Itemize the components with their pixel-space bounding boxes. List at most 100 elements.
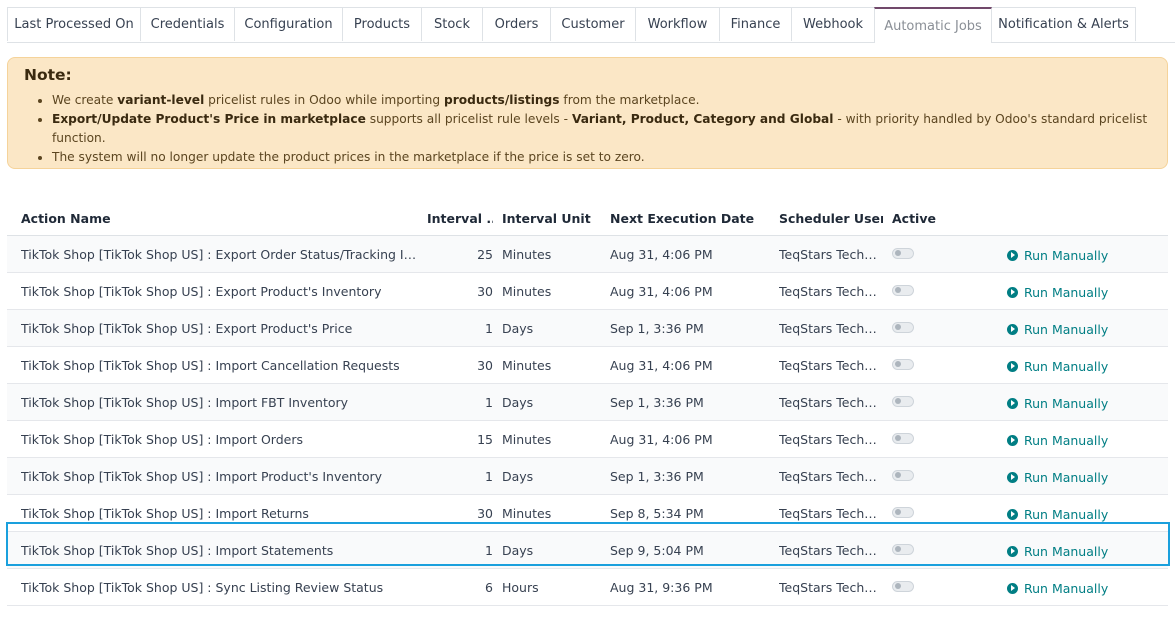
active-toggle[interactable] xyxy=(892,284,914,296)
header-active[interactable]: Active xyxy=(892,201,952,235)
next-execution-cell: Sep 1, 3:36 PM xyxy=(610,394,704,410)
interval-unit-cell: Minutes xyxy=(502,246,552,262)
action-name-cell: TikTok Shop [TikTok Shop US] : Import Re… xyxy=(21,495,423,531)
interval-cell: 25 xyxy=(477,246,493,262)
interval-cell: 1 xyxy=(485,468,493,484)
table-row[interactable]: TikTok Shop [TikTok Shop US] : Import FB… xyxy=(7,384,1168,421)
play-circle-icon xyxy=(1007,397,1018,409)
tab-credentials[interactable]: Credentials xyxy=(140,7,235,41)
active-toggle[interactable] xyxy=(892,543,914,555)
run-manually-button[interactable]: Run Manually xyxy=(1007,396,1108,411)
run-cell: Run Manually xyxy=(1007,421,1147,457)
active-toggle[interactable] xyxy=(892,469,914,481)
play-circle-icon xyxy=(1007,323,1018,335)
run-manually-button[interactable]: Run Manually xyxy=(1007,248,1108,263)
active-toggle[interactable] xyxy=(892,247,914,259)
next-execution-cell: Sep 1, 3:36 PM xyxy=(610,468,704,484)
scheduler-user-cell: TeqStars Techn... xyxy=(779,384,883,420)
interval-unit-cell: Hours xyxy=(502,579,539,595)
action-name: TikTok Shop [TikTok Shop US] : Import Ca… xyxy=(21,357,400,373)
play-circle-icon xyxy=(1007,360,1018,372)
interval-unit-cell: Minutes xyxy=(502,431,552,447)
run-manually-button[interactable]: Run Manually xyxy=(1007,581,1108,596)
run-manually-button[interactable]: Run Manually xyxy=(1007,322,1108,337)
run-manually-button[interactable]: Run Manually xyxy=(1007,544,1108,559)
tab-webhook[interactable]: Webhook xyxy=(791,7,875,41)
action-name: TikTok Shop [TikTok Shop US] : Export Or… xyxy=(21,246,423,262)
table-row[interactable]: TikTok Shop [TikTok Shop US] : Export Pr… xyxy=(7,310,1168,347)
tab-configuration[interactable]: Configuration xyxy=(234,7,343,41)
tab-notification-alerts[interactable]: Notification & Alerts xyxy=(991,7,1136,41)
run-cell: Run Manually xyxy=(1007,347,1147,383)
notebook-tabs: Last Processed On Credentials Configuratio… xyxy=(7,7,1175,43)
run-manually-button[interactable]: Run Manually xyxy=(1007,359,1108,374)
scheduler-user-cell: TeqStars Techn... xyxy=(779,458,883,494)
tab-stock[interactable]: Stock xyxy=(421,7,483,41)
interval-unit-cell: Days xyxy=(502,394,534,410)
active-cell xyxy=(892,569,952,605)
run-cell: Run Manually xyxy=(1007,310,1147,346)
play-circle-icon xyxy=(1007,582,1018,594)
tab-last-processed-on[interactable]: Last Processed On xyxy=(7,7,141,41)
tab-orders[interactable]: Orders xyxy=(482,7,551,41)
action-name: TikTok Shop [TikTok Shop US] : Import Re… xyxy=(21,505,309,521)
table-row[interactable]: TikTok Shop [TikTok Shop US] : Import Or… xyxy=(7,421,1168,458)
interval-cell: 1 xyxy=(485,394,493,410)
scheduler-user-cell: TeqStars Techn... xyxy=(779,421,883,457)
scheduler-user: TeqStars Techn... xyxy=(779,320,883,336)
table-row[interactable]: TikTok Shop [TikTok Shop US] : Import St… xyxy=(7,532,1168,569)
active-toggle[interactable] xyxy=(892,580,914,592)
table-row[interactable]: TikTok Shop [TikTok Shop US] : Import Ca… xyxy=(7,347,1168,384)
active-toggle[interactable] xyxy=(892,358,914,370)
action-name: TikTok Shop [TikTok Shop US] : Import FB… xyxy=(21,394,349,410)
table-row[interactable]: TikTok Shop [TikTok Shop US] : Import Pr… xyxy=(7,458,1168,495)
active-cell xyxy=(892,347,952,383)
next-execution-cell: Aug 31, 9:36 PM xyxy=(610,579,713,595)
note-emphasis: Variant, Product, Category and Global xyxy=(571,112,834,126)
run-manually-button[interactable]: Run Manually xyxy=(1007,470,1108,485)
table-row[interactable]: TikTok Shop [TikTok Shop US] : Import Re… xyxy=(7,495,1168,532)
header-action-name[interactable]: Action Name xyxy=(21,201,423,235)
table-row[interactable]: TikTok Shop [TikTok Shop US] : Export Pr… xyxy=(7,273,1168,310)
tab-products[interactable]: Products xyxy=(342,7,422,41)
run-manually-label: Run Manually xyxy=(1024,321,1109,337)
run-cell: Run Manually xyxy=(1007,236,1147,272)
active-toggle[interactable] xyxy=(892,506,914,518)
interval-cell: 1 xyxy=(485,542,493,558)
table-header: Action Name Interval ... Interval Unit N… xyxy=(7,201,1168,236)
active-toggle[interactable] xyxy=(892,395,914,407)
scheduler-user: TeqStars Techn... xyxy=(779,283,883,299)
run-manually-button[interactable]: Run Manually xyxy=(1007,285,1108,300)
run-manually-button[interactable]: Run Manually xyxy=(1007,433,1108,448)
action-name-cell: TikTok Shop [TikTok Shop US] : Export Or… xyxy=(21,236,423,272)
run-manually-button[interactable]: Run Manually xyxy=(1007,507,1108,522)
scheduler-user-cell: TeqStars Techn... xyxy=(779,495,883,531)
tab-automatic-jobs[interactable]: Automatic Jobs xyxy=(874,7,992,43)
action-name-cell: TikTok Shop [TikTok Shop US] : Import Or… xyxy=(21,421,423,457)
next-execution-cell: Aug 31, 4:06 PM xyxy=(610,246,713,262)
tab-workflow[interactable]: Workflow xyxy=(635,7,720,41)
next-execution-cell: Aug 31, 4:06 PM xyxy=(610,431,713,447)
next-execution-cell: Sep 8, 5:34 PM xyxy=(610,505,704,521)
header-next-execution[interactable]: Next Execution Date xyxy=(610,201,770,235)
table-row[interactable]: TikTok Shop [TikTok Shop US] : Sync List… xyxy=(7,569,1168,606)
note-list: We create variant-level pricelist rules … xyxy=(24,91,1151,167)
tab-customer[interactable]: Customer xyxy=(550,7,636,41)
scheduler-user: TeqStars Techn... xyxy=(779,394,883,410)
note-text: We create xyxy=(52,93,118,107)
header-interval[interactable]: Interval ... xyxy=(427,201,493,235)
active-toggle[interactable] xyxy=(892,321,914,333)
table-row[interactable]: TikTok Shop [TikTok Shop US] : Export Or… xyxy=(7,236,1168,273)
active-toggle[interactable] xyxy=(892,432,914,444)
play-circle-icon xyxy=(1007,471,1018,483)
automatic-jobs-table: Action Name Interval ... Interval Unit N… xyxy=(7,201,1168,606)
run-manually-label: Run Manually xyxy=(1024,506,1109,522)
action-name: TikTok Shop [TikTok Shop US] : Import St… xyxy=(21,542,334,558)
action-name: TikTok Shop [TikTok Shop US] : Sync List… xyxy=(21,579,384,595)
tab-finance[interactable]: Finance xyxy=(719,7,792,41)
action-name: TikTok Shop [TikTok Shop US] : Export Pr… xyxy=(21,283,382,299)
header-scheduler-user[interactable]: Scheduler User xyxy=(779,201,883,235)
action-name-cell: TikTok Shop [TikTok Shop US] : Sync List… xyxy=(21,569,423,605)
header-interval-unit[interactable]: Interval Unit xyxy=(502,201,602,235)
active-cell xyxy=(892,273,952,309)
